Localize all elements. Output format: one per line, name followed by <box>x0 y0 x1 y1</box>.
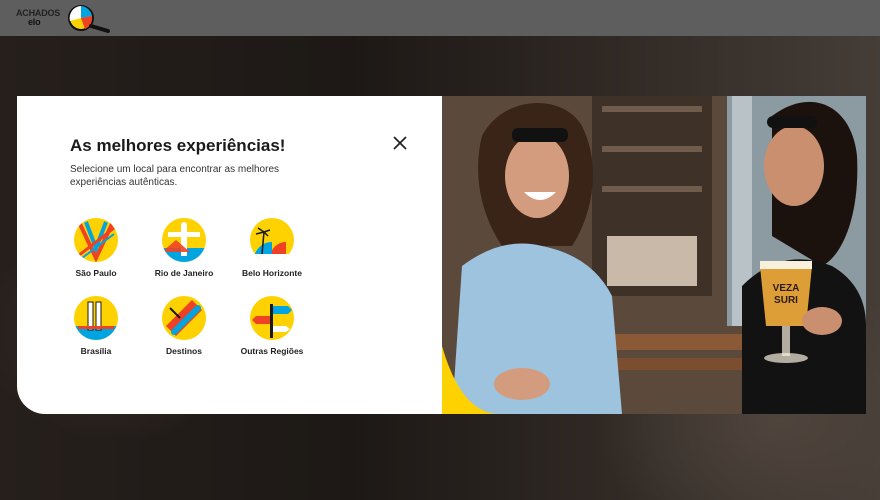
city-destinos[interactable]: Destinos <box>144 296 224 356</box>
brasilia-icon <box>74 296 118 340</box>
city-sao-paulo[interactable]: São Paulo <box>56 218 136 278</box>
city-label: Belo Horizonte <box>242 268 302 278</box>
modal-description: Selecione um local para encontrar as mel… <box>70 164 279 188</box>
modal-content: As melhores experiências! Selecione um l… <box>17 96 442 414</box>
achados-elo-logo[interactable]: ACHADOS elo <box>16 4 116 33</box>
outras-regioes-icon <box>250 296 294 340</box>
experiences-modal: As melhores experiências! Selecione um l… <box>17 96 866 414</box>
top-bar: ACHADOS elo <box>0 0 880 36</box>
friends-photo: VEZA SURI <box>442 96 866 414</box>
city-label: São Paulo <box>75 268 117 278</box>
city-rio-de-janeiro[interactable]: Rio de Janeiro <box>144 218 224 278</box>
city-label: Destinos <box>166 346 202 356</box>
friends-laughing-illustration: VEZA SURI <box>442 96 866 414</box>
logo-line2: elo <box>28 17 41 27</box>
city-brasilia[interactable]: Brasília <box>56 296 136 356</box>
city-label: Rio de Janeiro <box>154 268 214 278</box>
beer-label-line1: VEZA <box>773 283 800 294</box>
close-icon[interactable] <box>391 134 409 152</box>
magnifier-logo-icon <box>68 5 111 33</box>
city-label: Outras Regiões <box>240 346 304 356</box>
city-belo-horizonte[interactable]: Belo Horizonte <box>232 218 312 278</box>
modal-title: As melhores experiências! <box>70 136 286 155</box>
beer-label-line2: SURI <box>774 295 798 306</box>
destinos-icon <box>162 296 206 340</box>
city-label: Brasília <box>80 346 112 356</box>
rio-de-janeiro-icon <box>162 218 206 262</box>
city-outras-regioes[interactable]: Outras Regiões <box>232 296 312 356</box>
sao-paulo-icon <box>74 218 118 262</box>
belo-horizonte-icon <box>250 218 294 262</box>
